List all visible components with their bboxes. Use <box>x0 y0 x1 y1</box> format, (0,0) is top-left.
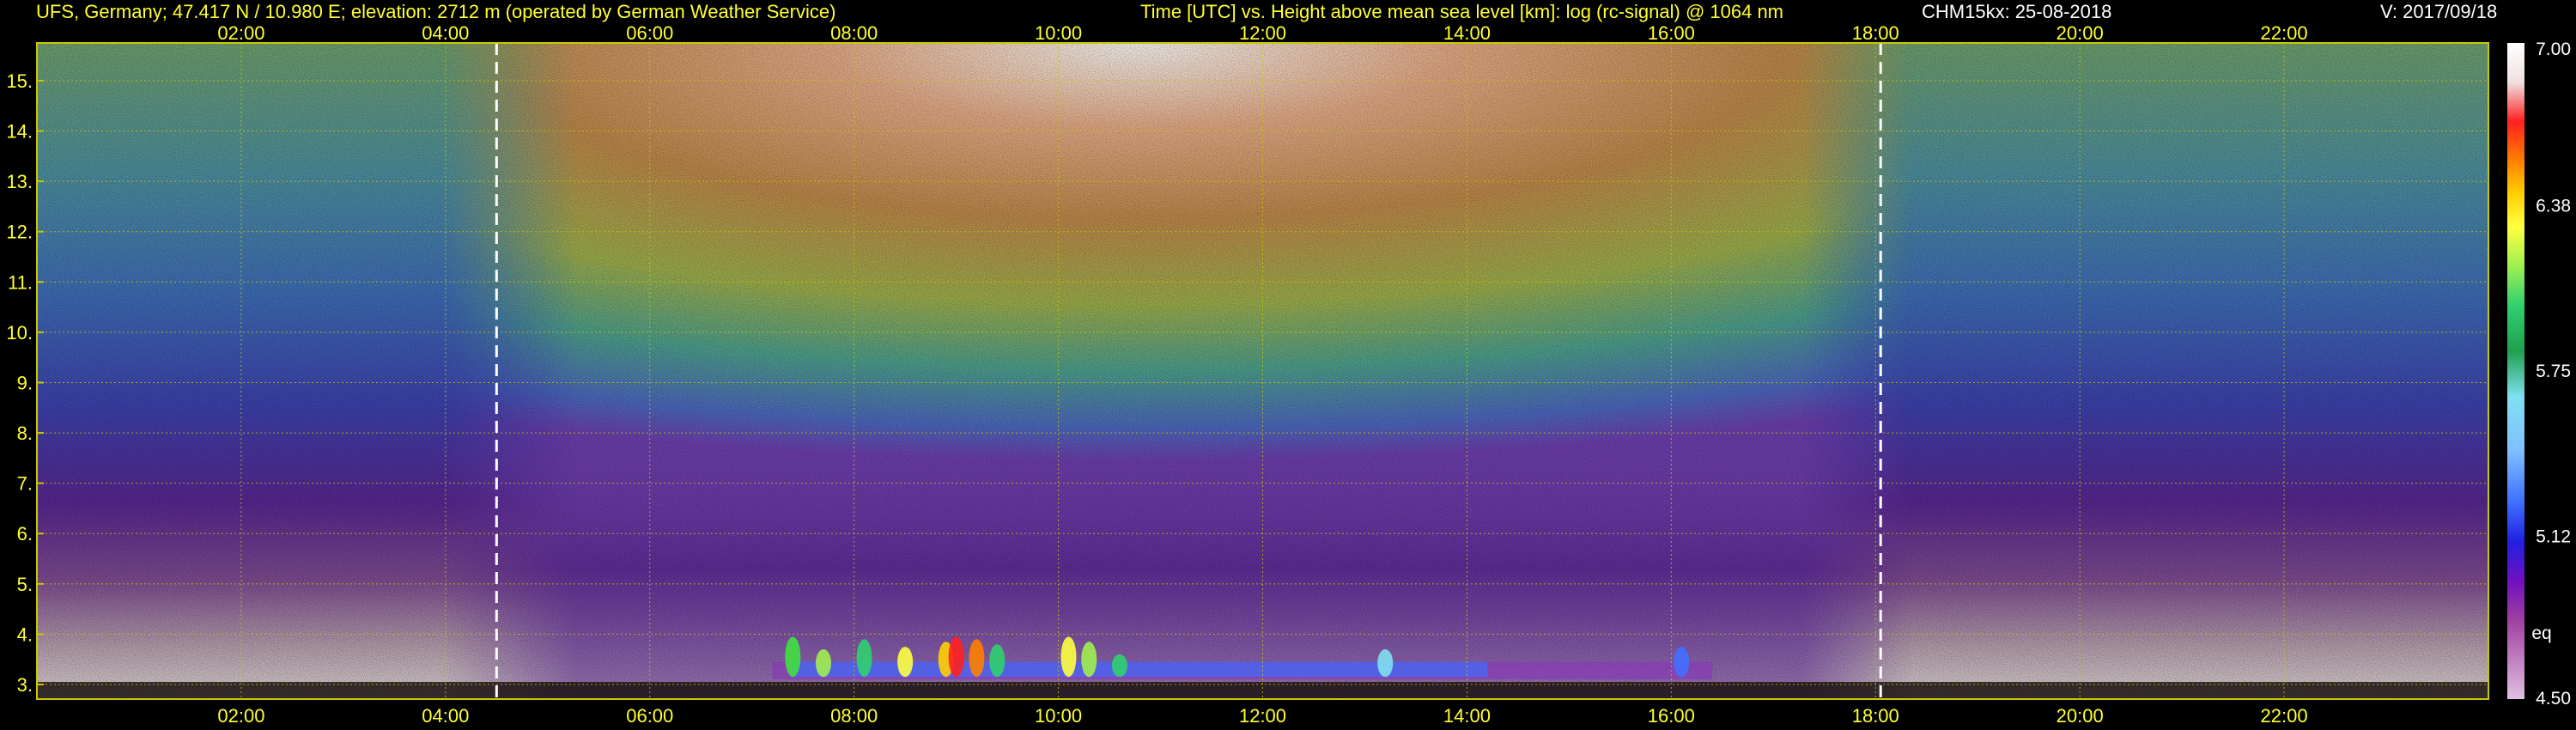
x-tick-label-top: 12:00 <box>1239 22 1286 44</box>
x-tick-label-top: 14:00 <box>1443 22 1491 44</box>
x-tick-label-top: 22:00 <box>2261 22 2308 44</box>
x-tick-label-top: 02:00 <box>217 22 264 44</box>
aerosol-plume <box>1111 654 1127 678</box>
y-tick-label: 3. <box>17 674 33 696</box>
x-tick-label-top: 18:00 <box>1852 22 1899 44</box>
aerosol-plume <box>1060 636 1077 678</box>
x-tick-label-top: 08:00 <box>830 22 878 44</box>
x-tick-label-bottom: 10:00 <box>1035 705 1082 727</box>
x-tick-label-bottom: 18:00 <box>1852 705 1899 727</box>
x-tick-label-bottom: 12:00 <box>1239 705 1286 727</box>
y-tick-label: 7. <box>17 473 33 495</box>
colorbar-gradient <box>2507 43 2524 699</box>
aerosol-plume <box>856 639 872 678</box>
aerosol-plume <box>1674 647 1690 678</box>
x-tick-label-top: 06:00 <box>626 22 673 44</box>
y-tick-label: 11. <box>8 271 33 293</box>
y-tick-label: 9. <box>17 372 33 393</box>
x-tick-label-bottom: 16:00 <box>1648 705 1695 727</box>
colorbar-label: 4.50 <box>2536 689 2571 709</box>
y-tick-label: 6. <box>17 523 33 544</box>
y-tick-label: 15. <box>6 70 33 92</box>
y-tick-label: 5. <box>17 574 33 595</box>
x-tick-label-top: 16:00 <box>1648 22 1695 44</box>
x-tick-label-bottom: 20:00 <box>2057 705 2104 727</box>
x-tick-label-bottom: 04:00 <box>422 705 469 727</box>
aerosol-plume <box>1081 642 1097 678</box>
x-tick-label-bottom: 14:00 <box>1443 705 1491 727</box>
y-tick-label: 14. <box>6 121 33 143</box>
aerosol-plume <box>815 648 831 678</box>
lidar-chart: 3. 4. 5. 6. 7. 8. 9. 10. 11. 12. 13. 14. 15. 02:00 02:… <box>6 22 2571 727</box>
aerosol-plume <box>897 647 914 678</box>
x-tick-label-top: 04:00 <box>422 22 469 44</box>
x-tick-label-top: 10:00 <box>1035 22 1082 44</box>
colorbar-label: 5.12 <box>2536 527 2571 547</box>
colorbar-label: 6.38 <box>2536 196 2571 216</box>
colorbar: 7.00 6.38 5.75 5.12 4.50 eq <box>2507 40 2571 709</box>
aerosol-plume <box>1377 648 1394 678</box>
x-tick-label-bottom: 02:00 <box>217 705 264 727</box>
y-tick-label: 10. <box>6 322 33 344</box>
x-tick-label-bottom: 06:00 <box>626 705 673 727</box>
colorbar-label: 7.00 <box>2536 40 2571 59</box>
x-tick-label-bottom: 08:00 <box>830 705 878 727</box>
y-tick-label: 8. <box>17 423 33 444</box>
aerosol-plume <box>969 639 985 678</box>
x-tick-label-top: 20:00 <box>2057 22 2104 44</box>
colorbar-eq-note: eq <box>2531 624 2551 643</box>
y-tick-label: 13. <box>6 171 33 192</box>
aerosol-plume <box>785 636 801 678</box>
colorbar-label: 5.75 <box>2536 362 2571 381</box>
aerosol-plume <box>948 636 964 678</box>
aerosol-plume <box>989 644 1005 678</box>
y-tick-label: 4. <box>17 624 33 645</box>
y-tick-label: 12. <box>6 222 33 243</box>
x-tick-label-bottom: 22:00 <box>2261 705 2308 727</box>
